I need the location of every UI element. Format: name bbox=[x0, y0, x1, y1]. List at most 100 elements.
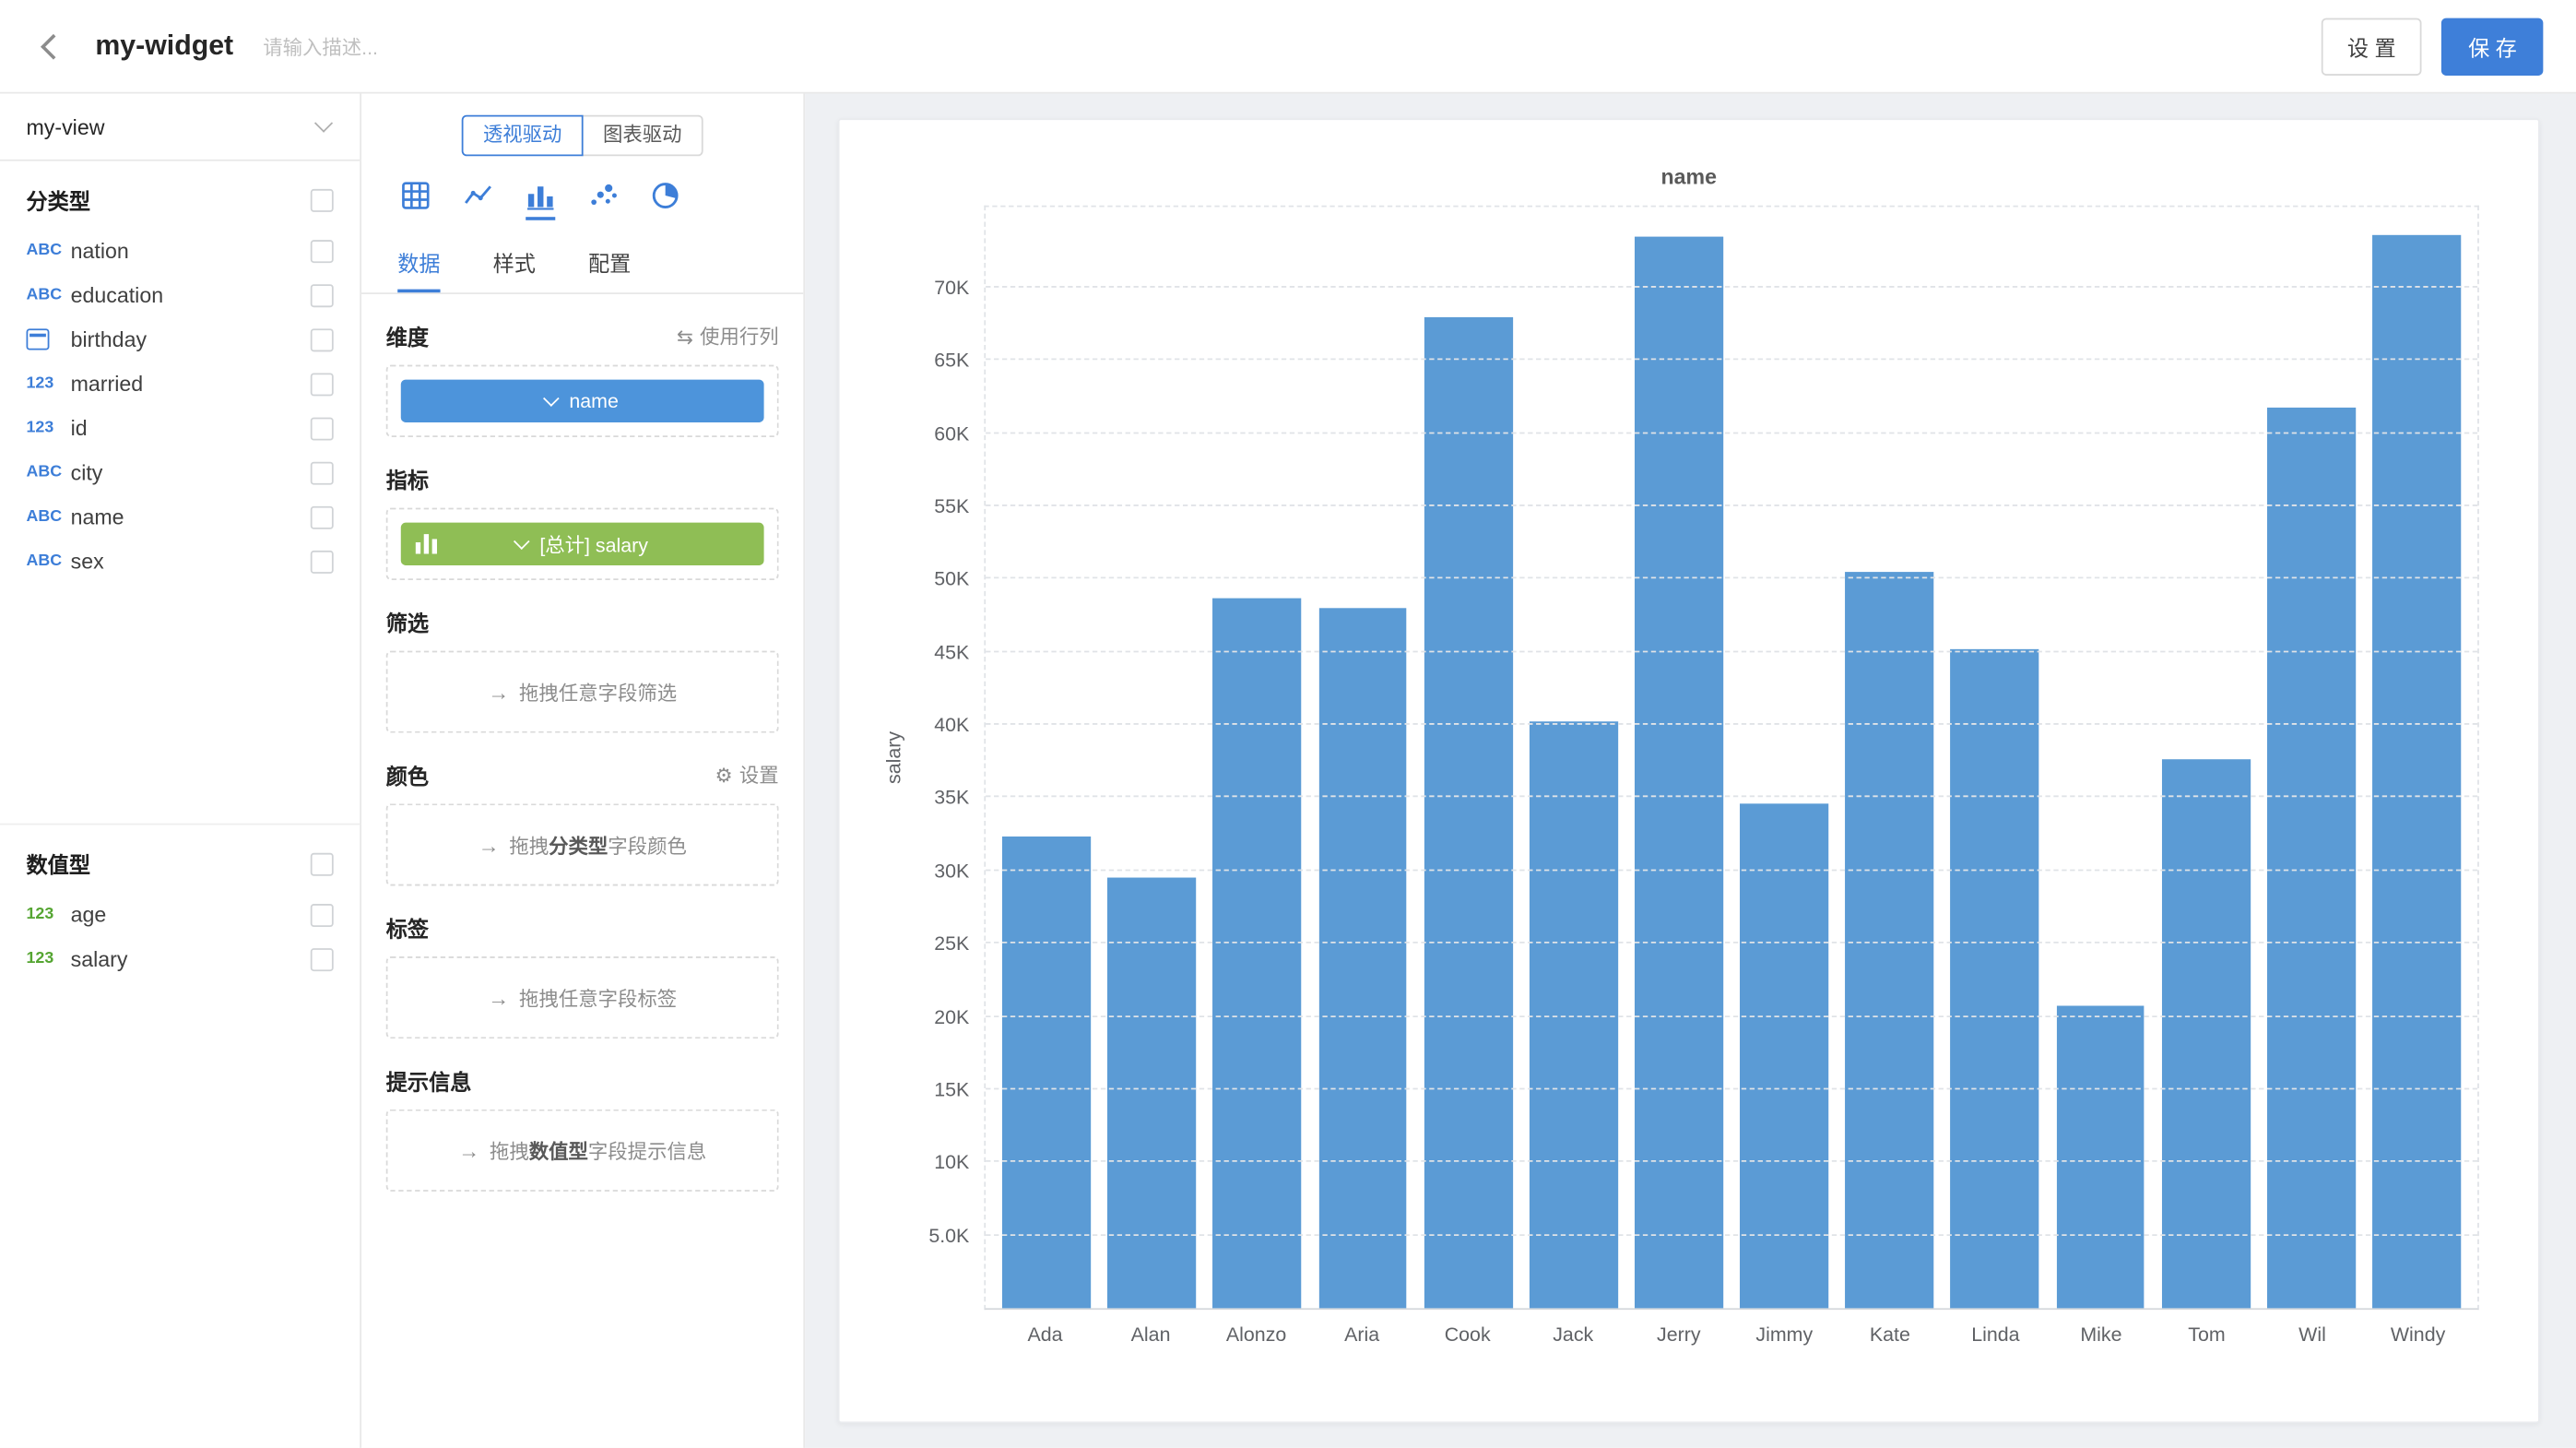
x-tick-label: Windy bbox=[2365, 1323, 2471, 1346]
bar-slot bbox=[1520, 208, 1625, 1309]
field-type-text-icon: ABC bbox=[27, 552, 71, 571]
mode-tab-pivot[interactable]: 透视驱动 bbox=[462, 115, 584, 157]
dimension-pill-name[interactable]: name bbox=[401, 380, 764, 422]
field-checkbox[interactable] bbox=[311, 373, 334, 396]
field-checkbox[interactable] bbox=[311, 505, 334, 528]
bar-Windy[interactable] bbox=[2372, 235, 2461, 1309]
field-name: salary bbox=[71, 946, 311, 971]
field-name: nation bbox=[71, 238, 311, 263]
field-item-city[interactable]: ABCcity bbox=[0, 450, 360, 494]
gridline bbox=[986, 942, 2477, 944]
bar-chart-icon[interactable] bbox=[523, 177, 559, 213]
tooltip-section-header: 提示信息 bbox=[386, 1065, 779, 1097]
bar-Aria[interactable] bbox=[1318, 608, 1407, 1308]
field-item-married[interactable]: 123married bbox=[0, 362, 360, 406]
field-item-sex[interactable]: ABCsex bbox=[0, 539, 360, 583]
x-tick-label: Ada bbox=[992, 1323, 1098, 1346]
line-chart-icon[interactable] bbox=[460, 177, 496, 213]
x-tick-label: Jerry bbox=[1626, 1323, 1732, 1346]
pie-chart-icon[interactable] bbox=[647, 177, 683, 213]
settings-button[interactable]: 设 置 bbox=[2321, 18, 2422, 75]
filter-dropzone-text: 拖拽任意字段筛选 bbox=[519, 678, 677, 706]
bar-Jerry[interactable] bbox=[1635, 236, 1723, 1308]
save-button[interactable]: 保 存 bbox=[2442, 18, 2544, 75]
field-item-salary[interactable]: 123salary bbox=[0, 937, 360, 981]
gridline bbox=[986, 1087, 2477, 1089]
table-chart-icon[interactable] bbox=[397, 177, 433, 213]
bar-Kate[interactable] bbox=[1846, 572, 1934, 1309]
y-tick-label: 20K bbox=[934, 1005, 986, 1028]
mode-tab-chart[interactable]: 图表驱动 bbox=[582, 115, 703, 157]
view-selector[interactable]: my-view bbox=[0, 94, 360, 161]
measure-section-header: 指标 bbox=[386, 463, 779, 494]
field-item-nation[interactable]: ABCnation bbox=[0, 229, 360, 273]
filter-dropzone[interactable]: → 拖拽任意字段筛选 bbox=[386, 651, 779, 733]
gridline bbox=[986, 286, 2477, 288]
x-tick-label: Jack bbox=[1520, 1323, 1626, 1346]
section-checkbox[interactable] bbox=[311, 188, 334, 211]
color-settings-button[interactable]: ⚙ 设置 bbox=[715, 761, 779, 789]
tab-data[interactable]: 数据 bbox=[397, 230, 440, 292]
chart-title: name bbox=[840, 120, 2538, 189]
bar-slot bbox=[1943, 208, 2048, 1309]
label-dropzone[interactable]: → 拖拽任意字段标签 bbox=[386, 956, 779, 1039]
gridline bbox=[986, 432, 2477, 433]
chart-card: name salary 5.0K10K15K20K25K30K35K40K45K… bbox=[838, 118, 2540, 1423]
tab-config[interactable]: 配置 bbox=[588, 230, 631, 292]
field-checkbox[interactable] bbox=[311, 903, 334, 926]
tab-style[interactable]: 样式 bbox=[493, 230, 536, 292]
gridline bbox=[986, 577, 2477, 579]
measure-dropzone[interactable]: [总计] salary bbox=[386, 508, 779, 580]
field-item-education[interactable]: ABCeducation bbox=[0, 273, 360, 317]
x-tick-label: Jimmy bbox=[1731, 1323, 1837, 1346]
bar-Alonzo[interactable] bbox=[1213, 598, 1302, 1308]
field-checkbox[interactable] bbox=[311, 417, 334, 440]
gridline bbox=[986, 1015, 2477, 1016]
right-arrow-icon: → bbox=[488, 680, 509, 705]
field-type-number-icon: 123 bbox=[27, 950, 71, 968]
use-rowcol-label: 使用行列 bbox=[700, 322, 779, 350]
bar-Wil[interactable] bbox=[2267, 407, 2356, 1308]
use-rowcol-button[interactable]: ⇆ 使用行列 bbox=[677, 322, 779, 350]
field-item-name[interactable]: ABCname bbox=[0, 494, 360, 539]
bar-Cook[interactable] bbox=[1424, 316, 1512, 1308]
color-dropzone[interactable]: → 拖拽分类型字段颜色 bbox=[386, 803, 779, 885]
panel-tabs: 数据 样式 配置 bbox=[361, 230, 803, 293]
gridline bbox=[986, 1160, 2477, 1162]
view-selector-value: my-view bbox=[27, 114, 105, 139]
bar-Ada[interactable] bbox=[1002, 837, 1091, 1309]
field-checkbox[interactable] bbox=[311, 461, 334, 484]
scatter-chart-icon[interactable] bbox=[585, 177, 620, 213]
dimension-dropzone[interactable]: name bbox=[386, 365, 779, 437]
field-item-id[interactable]: 123id bbox=[0, 406, 360, 450]
bar-Mike[interactable] bbox=[2056, 1006, 2145, 1308]
field-checkbox[interactable] bbox=[311, 239, 334, 262]
bar-slot bbox=[1626, 208, 1731, 1309]
description-input[interactable]: 请输入描述... bbox=[263, 32, 378, 60]
field-checkbox[interactable] bbox=[311, 283, 334, 306]
chart-canvas-area: name salary 5.0K10K15K20K25K30K35K40K45K… bbox=[805, 94, 2576, 1448]
bar-Tom[interactable] bbox=[2161, 760, 2250, 1309]
color-section-header: 颜色 ⚙ 设置 bbox=[386, 759, 779, 790]
section-checkbox[interactable] bbox=[311, 852, 334, 875]
field-item-age[interactable]: 123age bbox=[0, 893, 360, 937]
gridline bbox=[986, 796, 2477, 798]
measure-pill-salary[interactable]: [总计] salary bbox=[401, 523, 764, 565]
field-name: sex bbox=[71, 549, 311, 574]
bar-Jimmy[interactable] bbox=[1740, 803, 1828, 1308]
label-dropzone-text: 拖拽任意字段标签 bbox=[519, 983, 677, 1011]
field-checkbox[interactable] bbox=[311, 327, 334, 350]
tooltip-dropzone[interactable]: → 拖拽数值型字段提示信息 bbox=[386, 1110, 779, 1192]
chevron-left-icon bbox=[40, 33, 65, 59]
field-item-birthday[interactable]: birthday bbox=[0, 317, 360, 362]
field-name: name bbox=[71, 504, 311, 529]
back-button[interactable] bbox=[33, 27, 73, 66]
y-tick-label: 65K bbox=[934, 349, 986, 372]
field-checkbox[interactable] bbox=[311, 947, 334, 970]
field-checkbox[interactable] bbox=[311, 550, 334, 573]
bar-slot bbox=[2259, 208, 2364, 1309]
x-tick-label: Tom bbox=[2154, 1323, 2260, 1346]
bar-Linda[interactable] bbox=[1951, 649, 2039, 1309]
y-tick-label: 45K bbox=[934, 640, 986, 663]
gridline bbox=[986, 1234, 2477, 1236]
